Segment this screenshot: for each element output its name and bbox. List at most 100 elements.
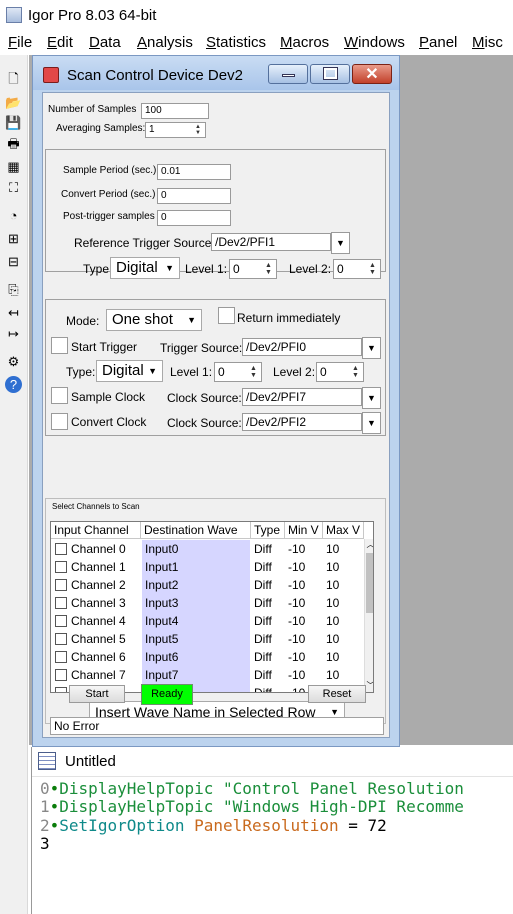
channel-name-cell[interactable]: Channel 3	[69, 594, 141, 612]
channel-checkbox[interactable]	[55, 669, 67, 681]
min-v-cell[interactable]: -10	[285, 594, 323, 612]
channel-checkbox[interactable]	[55, 651, 67, 663]
min-v-cell[interactable]: -10	[285, 630, 323, 648]
reset-button[interactable]: Reset	[308, 685, 366, 703]
col-type[interactable]: Type	[251, 522, 285, 539]
max-v-cell[interactable]: 10	[323, 666, 364, 684]
back-icon[interactable]: ↤	[5, 304, 22, 321]
trigger-source-field[interactable]: /Dev2/PFI0	[242, 338, 362, 356]
type-cell[interactable]: Diff	[251, 540, 285, 558]
min-v-cell[interactable]: -10	[285, 612, 323, 630]
scroll-down-icon[interactable]: ﹀	[366, 680, 374, 692]
post-trigger-field[interactable]: 0	[157, 210, 231, 226]
destination-wave-cell[interactable]: Input5	[142, 630, 250, 648]
num-samples-field[interactable]: 100	[141, 103, 209, 119]
procedure-icon[interactable]: ⎘	[5, 281, 22, 298]
col-max-v[interactable]: Max V	[323, 522, 364, 539]
type-cell[interactable]: Diff	[251, 558, 285, 576]
channel-name-cell[interactable]: Channel 1	[69, 558, 141, 576]
channel-checkbox[interactable]	[55, 615, 67, 627]
notebook-icon[interactable]: ⊟	[5, 253, 22, 270]
min-v-cell[interactable]: -10	[285, 576, 323, 594]
type-cell[interactable]: Diff	[251, 594, 285, 612]
channel-checkbox[interactable]	[55, 633, 67, 645]
channel-checkbox[interactable]	[55, 561, 67, 573]
table-row[interactable]: Channel 0 Input0 Diff -10 10	[51, 540, 364, 558]
col-min-v[interactable]: Min V	[285, 522, 323, 539]
table-row[interactable]: Channel 5 Input5 Diff -10 10	[51, 630, 364, 648]
sample-clock-dropdown-button[interactable]: ▼	[362, 387, 381, 409]
type-cell[interactable]: Diff	[251, 630, 285, 648]
code-line-2[interactable]: 2•SetIgorOption PanelResolution = 72	[40, 816, 387, 835]
destination-wave-cell[interactable]: Input1	[142, 558, 250, 576]
code-line-3[interactable]: 3	[40, 834, 50, 853]
type-cell[interactable]: Diff	[251, 612, 285, 630]
destination-wave-cell[interactable]: Input4	[142, 612, 250, 630]
channel-checkbox[interactable]	[55, 687, 67, 692]
channel-table[interactable]: Input Channel Destination Wave Type Min …	[50, 521, 374, 693]
code-line-1[interactable]: 1•DisplayHelpTopic "Windows High-DPI Rec…	[40, 797, 464, 816]
scan-window-titlebar[interactable]: Scan Control Device Dev2 ✕	[33, 56, 399, 90]
type-cell[interactable]: Diff	[251, 576, 285, 594]
start-trigger-checkbox[interactable]	[51, 337, 68, 354]
destination-wave-cell[interactable]: Input0	[142, 540, 250, 558]
type-cell[interactable]: Diff	[251, 684, 285, 692]
max-v-cell[interactable]: 10	[323, 576, 364, 594]
menu-windows[interactable]: Windows	[344, 34, 405, 51]
destination-wave-cell[interactable]: Input7	[142, 666, 250, 684]
settings-icon[interactable]: ⚙	[5, 353, 22, 370]
destination-wave-cell[interactable]: Input6	[142, 648, 250, 666]
max-v-cell[interactable]: 10	[323, 594, 364, 612]
ref-level1-field[interactable]: 0 ▲ ▼	[229, 259, 277, 279]
convert-period-field[interactable]: 0	[157, 188, 231, 204]
table-row[interactable]: Channel 3 Input3 Diff -10 10	[51, 594, 364, 612]
table-row[interactable]: Channel 7 Input7 Diff -10 10	[51, 666, 364, 684]
table-row[interactable]: Channel 4 Input4 Diff -10 10	[51, 612, 364, 630]
forward-icon[interactable]: ↦	[5, 325, 22, 342]
trigger-source-dropdown-button[interactable]: ▼	[362, 337, 381, 359]
layout-icon[interactable]: ⊞	[5, 230, 22, 247]
trig-level1-field[interactable]: 0 ▲ ▼	[214, 362, 262, 382]
sample-clock-checkbox[interactable]	[51, 387, 68, 404]
type-cell[interactable]: Diff	[251, 666, 285, 684]
convert-clock-checkbox[interactable]	[51, 413, 68, 430]
code-line-0[interactable]: 0•DisplayHelpTopic "Control Panel Resolu…	[40, 779, 464, 798]
channel-name-cell[interactable]: Channel 5	[69, 630, 141, 648]
mode-popup[interactable]: One shot ▼	[106, 309, 202, 331]
menu-edit[interactable]: Edit	[47, 34, 73, 51]
menu-analysis[interactable]: Analysis	[137, 34, 193, 51]
menu-data[interactable]: Data	[89, 34, 121, 51]
save-icon[interactable]: 💾	[5, 114, 22, 131]
table-icon[interactable]: ▦	[5, 158, 22, 175]
close-button[interactable]: ✕	[352, 64, 392, 84]
channel-checkbox[interactable]	[55, 543, 67, 555]
help-icon[interactable]: ?	[5, 376, 22, 393]
channel-name-cell[interactable]: Channel 2	[69, 576, 141, 594]
ref-level1-stepper[interactable]: ▲ ▼	[262, 262, 275, 277]
destination-wave-cell[interactable]: Input2	[142, 576, 250, 594]
channel-name-cell[interactable]: Channel 6	[69, 648, 141, 666]
ref-trigger-dropdown-button[interactable]: ▼	[331, 232, 350, 254]
table-row[interactable]: Channel 2 Input2 Diff -10 10	[51, 576, 364, 594]
max-v-cell[interactable]: 10	[323, 540, 364, 558]
ref-level2-field[interactable]: 0 ▲ ▼	[333, 259, 381, 279]
start-button[interactable]: Start	[69, 685, 125, 703]
open-folder-icon[interactable]: 📂	[5, 94, 22, 111]
channel-checkbox[interactable]	[55, 579, 67, 591]
procedure-window-titlebar[interactable]: Untitled	[32, 747, 513, 777]
sample-clock-source-field[interactable]: /Dev2/PFI7	[242, 388, 362, 406]
channel-name-cell[interactable]: Channel 7	[69, 666, 141, 684]
convert-clock-dropdown-button[interactable]: ▼	[362, 412, 381, 434]
ref-trigger-field[interactable]: /Dev2/PFI1	[211, 233, 331, 251]
col-input-channel[interactable]: Input Channel	[51, 522, 141, 539]
type-cell[interactable]: Diff	[251, 648, 285, 666]
menu-misc[interactable]: Misc	[472, 34, 503, 51]
menu-panel[interactable]: Panel	[419, 34, 457, 51]
ref-type-popup[interactable]: Digital ▼	[110, 257, 180, 279]
gizmo-icon[interactable]: ◔	[5, 207, 22, 224]
avg-samples-field[interactable]: 1 ▲ ▼	[145, 122, 206, 138]
min-v-cell[interactable]: -10	[285, 648, 323, 666]
channel-name-cell[interactable]: Channel 0	[69, 540, 141, 558]
min-v-cell[interactable]: -10	[285, 558, 323, 576]
scroll-up-icon[interactable]: ︿	[366, 539, 374, 551]
